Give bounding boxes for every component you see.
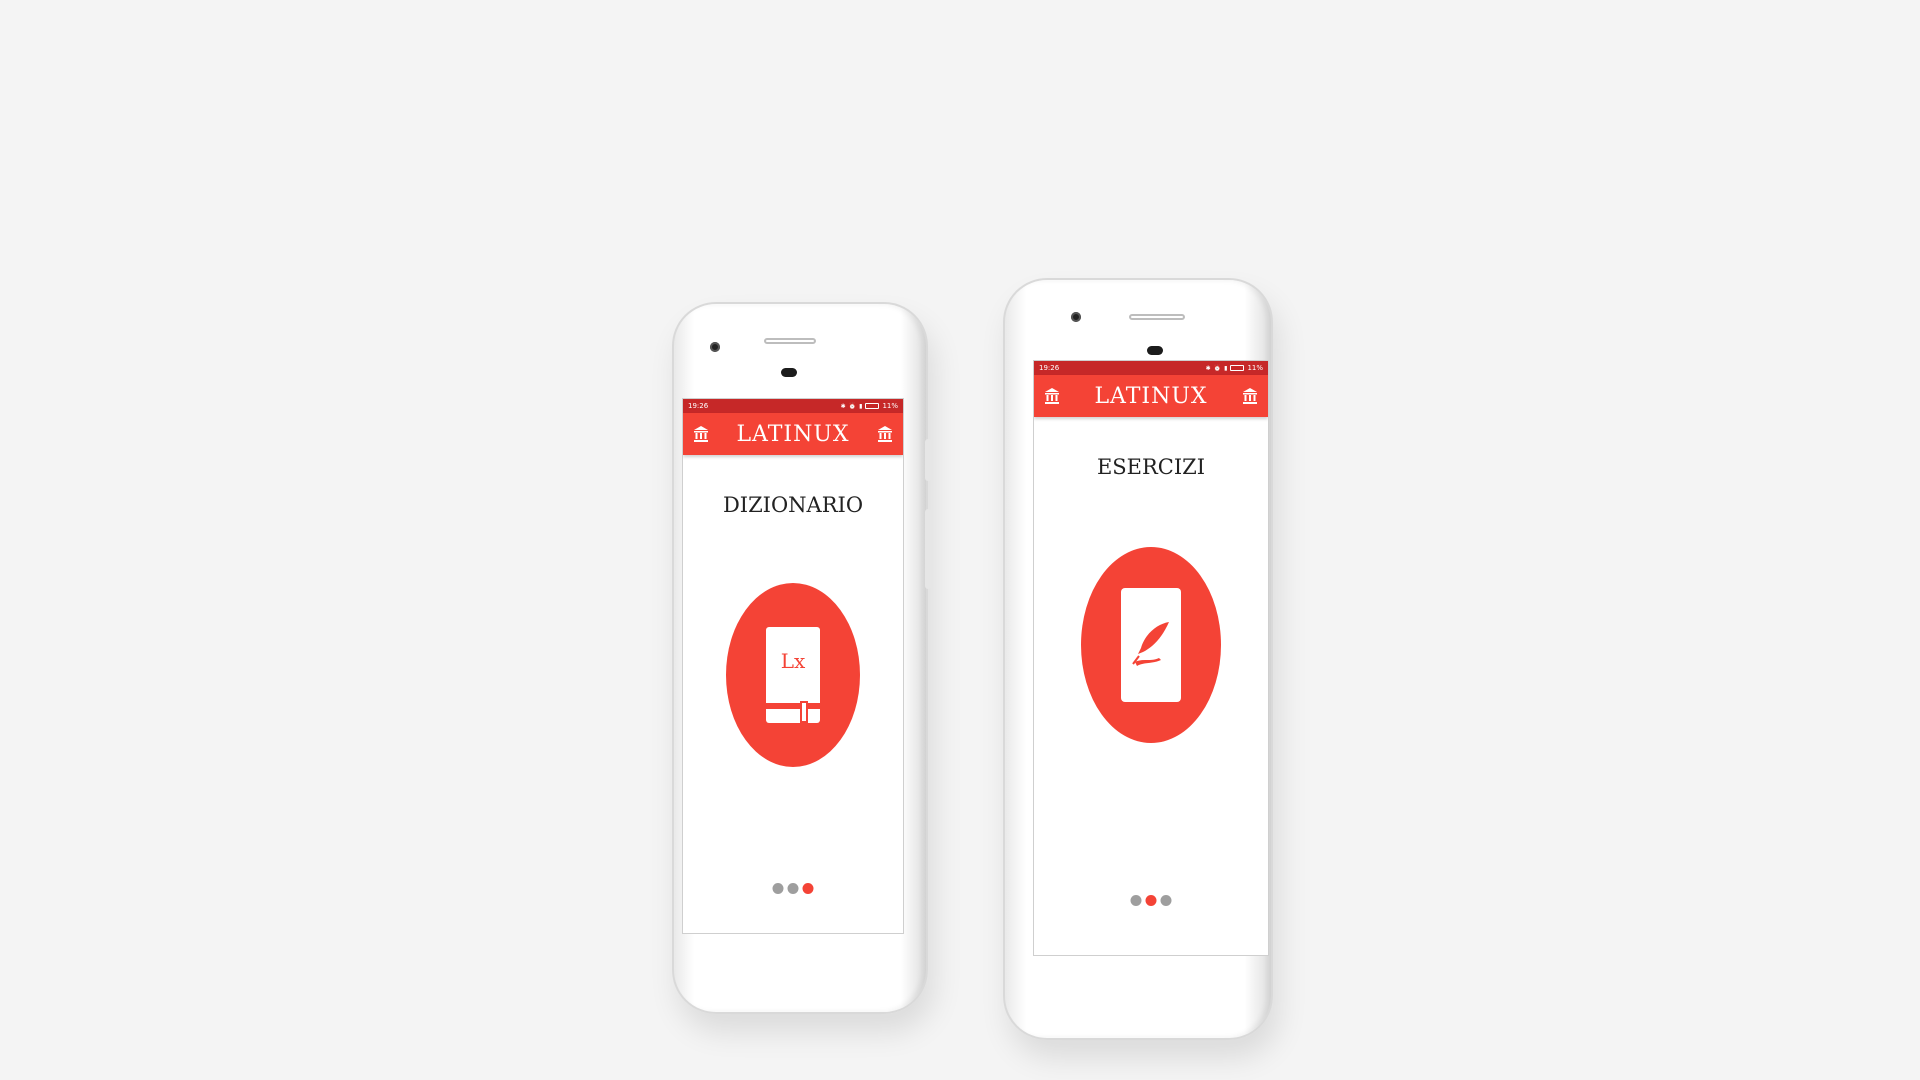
proximity-sensor: [781, 368, 797, 377]
book-spine-strip: [766, 703, 820, 709]
volume-button: [925, 439, 931, 481]
dizionario-button[interactable]: Lx: [726, 583, 860, 767]
quill-card-icon: [1121, 588, 1181, 702]
alarm-icon: ⏰: [1213, 364, 1222, 372]
screen: 19:26 ✱ ⏰ ▮ 11% LATINUX: [682, 398, 904, 934]
earpiece-speaker: [1129, 314, 1185, 320]
page-indicator: [1130, 895, 1172, 906]
page-dot-active[interactable]: [802, 883, 814, 894]
power-button: [925, 509, 931, 589]
status-time: 19:26: [688, 402, 709, 410]
proximity-sensor: [1147, 346, 1163, 355]
signal-icon: ▮: [1224, 364, 1228, 372]
battery-percent: 11%: [1247, 364, 1263, 372]
front-camera: [1071, 312, 1081, 322]
section-title: ESERCIZI: [1096, 455, 1206, 479]
status-indicators: ✱ ⏰ ▮ 11%: [1206, 364, 1263, 372]
bank-icon[interactable]: [1044, 387, 1060, 405]
app-title: LATINUX: [1094, 383, 1208, 409]
status-indicators: ✱ ⏰ ▮ 11%: [841, 402, 898, 410]
signal-icon: ▮: [859, 402, 863, 410]
bluetooth-icon: ✱: [1205, 364, 1211, 372]
status-time: 19:26: [1039, 364, 1060, 372]
status-bar: 19:26 ✱ ⏰ ▮ 11%: [1034, 361, 1268, 375]
book-icon-text: Lx: [780, 649, 806, 673]
app-title: LATINUX: [736, 421, 850, 447]
alarm-icon: ⏰: [848, 402, 857, 410]
app-bar: LATINUX: [683, 413, 903, 455]
page-dot[interactable]: [1160, 895, 1172, 906]
page-dot[interactable]: [787, 883, 799, 894]
page-dot[interactable]: [1130, 895, 1142, 906]
dictionary-book-icon: Lx: [766, 627, 820, 723]
page-dot-active[interactable]: [1145, 895, 1157, 906]
section-title: DIZIONARIO: [722, 493, 864, 517]
battery-icon: [1230, 365, 1245, 371]
battery-icon: [865, 403, 880, 409]
quill-icon: [1132, 622, 1169, 666]
phone-dizionario: 19:26 ✱ ⏰ ▮ 11% LATINUX DIZIONARIO Lx: [672, 302, 931, 1014]
screen: 19:26 ✱ ⏰ ▮ 11% LATINUX: [1033, 360, 1269, 956]
battery-percent: 11%: [882, 402, 898, 410]
earpiece-speaker: [764, 338, 816, 344]
app-bar: LATINUX: [1034, 375, 1268, 417]
page-dot[interactable]: [772, 883, 784, 894]
page-indicator: [772, 883, 814, 894]
status-bar: 19:26 ✱ ⏰ ▮ 11%: [683, 399, 903, 413]
bank-icon[interactable]: [693, 425, 709, 443]
book-ribbon: [800, 701, 808, 723]
phone-esercizi: 19:26 ✱ ⏰ ▮ 11% LATINUX ESERCIZI: [1003, 278, 1273, 1040]
bank-icon[interactable]: [1242, 387, 1258, 405]
bluetooth-icon: ✱: [840, 402, 846, 410]
esercizi-button[interactable]: [1081, 547, 1221, 743]
front-camera: [710, 342, 720, 352]
bank-icon[interactable]: [877, 425, 893, 443]
